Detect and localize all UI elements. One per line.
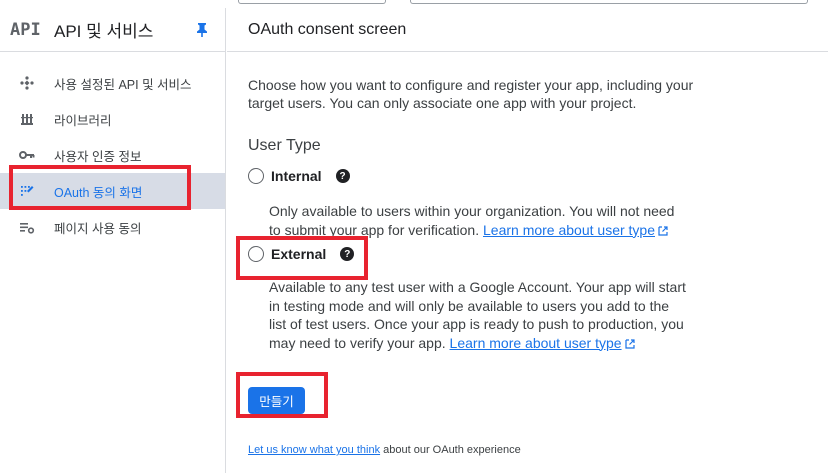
api-logo: API [10, 19, 41, 40]
diamond-icon [16, 72, 38, 94]
sidebar-item-page-usage-agreement[interactable]: 페이지 사용 동의 [0, 209, 225, 245]
internal-description: Only available to users within your orga… [269, 202, 689, 239]
sidebar-item-label: 라이브러리 [54, 113, 112, 128]
page-title: OAuth consent screen [227, 8, 828, 52]
feedback-note: Let us know what you think about our OAu… [248, 444, 521, 456]
help-icon[interactable]: ? [335, 169, 350, 183]
browser-control[interactable] [238, 0, 386, 4]
settings-list-icon [16, 216, 38, 238]
library-icon [16, 108, 38, 130]
highlight-create-button [236, 372, 328, 418]
internal-learn-more-link[interactable]: Learn more about user type [483, 222, 668, 238]
internal-label[interactable]: Internal [271, 168, 322, 184]
pin-icon[interactable] [191, 19, 213, 41]
external-link-icon [624, 338, 635, 349]
feedback-text: about our OAuth experience [380, 444, 521, 456]
highlight-oauth-nav [9, 165, 191, 210]
internal-learn-more-text: Learn more about user type [483, 221, 655, 238]
external-description: Available to any test user with a Google… [269, 278, 689, 352]
internal-radio[interactable] [248, 168, 264, 184]
sidebar-nav: 사용 설정된 API 및 서비스 라이브러리 사용자 인증 정보 OAuth 동… [0, 52, 225, 245]
key-icon [16, 144, 38, 166]
sidebar-item-label: 사용자 인증 정보 [54, 149, 142, 164]
external-learn-more-link[interactable]: Learn more about user type [450, 335, 635, 351]
sidebar-item-label: 페이지 사용 동의 [54, 221, 142, 236]
internal-option: Internal ? [248, 168, 350, 184]
external-learn-more-text: Learn more about user type [449, 334, 622, 351]
external-link-icon [658, 225, 668, 236]
sidebar-title: API 및 서비스 [54, 22, 154, 41]
sidebar-item-enabled-apis[interactable]: 사용 설정된 API 및 서비스 [0, 65, 225, 101]
feedback-link[interactable]: Let us know what you think [248, 444, 380, 456]
user-type-heading: User Type [248, 137, 321, 154]
highlight-external-option [236, 236, 368, 280]
browser-address-area[interactable] [410, 0, 808, 4]
sidebar: API API 및 서비스 사용 설정된 API 및 서비스 라이브러리 사용자… [0, 8, 226, 473]
sidebar-header: API API 및 서비스 [0, 8, 225, 52]
sidebar-item-label: 사용 설정된 API 및 서비스 [54, 77, 192, 92]
intro-text: Choose how you want to configure and reg… [248, 77, 694, 111]
sidebar-item-library[interactable]: 라이브러리 [0, 101, 225, 137]
browser-top-strip [0, 0, 828, 8]
